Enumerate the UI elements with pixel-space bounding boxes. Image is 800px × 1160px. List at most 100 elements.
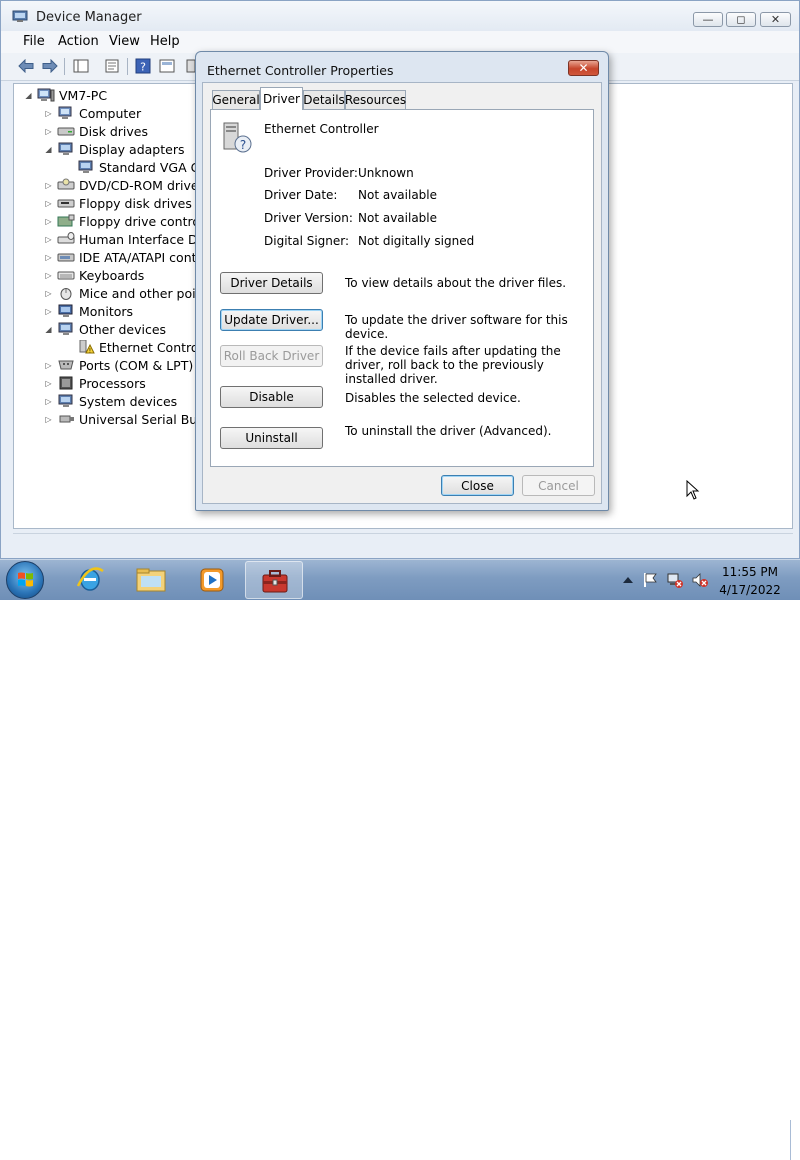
show-hide-tree-icon[interactable] — [72, 57, 90, 75]
close-icon: ✕ — [770, 13, 781, 26]
tree-item-label: Display adapters — [79, 141, 185, 157]
close-dialog-button[interactable]: Close — [441, 475, 514, 496]
view-icon[interactable] — [158, 57, 176, 75]
collapse-icon[interactable]: ◢ — [44, 325, 53, 334]
expand-icon[interactable]: ▷ — [44, 127, 53, 136]
properties-icon[interactable] — [103, 57, 121, 75]
show-hidden-icons-icon[interactable] — [620, 572, 636, 588]
expand-icon[interactable]: ▷ — [44, 181, 53, 190]
driver-details-button[interactable]: Driver Details — [220, 272, 323, 294]
tree-item-label: Other devices — [79, 321, 167, 337]
dialog-close-button[interactable]: ✕ — [568, 60, 599, 76]
expand-icon[interactable]: ▷ — [44, 217, 53, 226]
driver-version-label: Driver Version: — [264, 211, 353, 225]
tree-item-floppy-drive-controller[interactable]: ▷ Floppy drive controller — [44, 212, 219, 230]
roll-back-driver-button[interactable]: Roll Back Driver — [220, 345, 323, 367]
close-button[interactable]: ✕ — [760, 12, 791, 27]
minimize-button[interactable]: — — [693, 12, 723, 27]
tree-item-label: Floppy disk drives — [79, 195, 192, 211]
title-bar[interactable]: Device Manager — ◻ ✕ — [1, 1, 799, 31]
tree-item-ports[interactable]: ▷ Ports (COM & LPT) — [44, 356, 193, 374]
tree-item-computer[interactable]: ▷ Computer — [44, 104, 141, 122]
tree-item-floppy-disk-drives[interactable]: ▷ Floppy disk drives — [44, 194, 192, 212]
expand-icon[interactable]: ▷ — [44, 289, 53, 298]
expand-icon[interactable]: ▷ — [44, 271, 53, 280]
expand-icon[interactable]: ▷ — [44, 253, 53, 262]
volume-muted-icon[interactable] — [692, 572, 708, 588]
help-icon[interactable]: ? — [134, 57, 152, 75]
network-disconnected-icon[interactable] — [667, 572, 683, 588]
tree-item-processors[interactable]: ▷ Processors — [44, 374, 145, 392]
uninstall-button[interactable]: Uninstall — [220, 427, 323, 449]
tab-driver[interactable]: Driver — [260, 87, 303, 110]
tree-item-monitors[interactable]: ▷ Monitors — [44, 302, 133, 320]
tree-item-disk-drives[interactable]: ▷ Disk drives — [44, 122, 148, 140]
disk-drive-icon — [57, 127, 75, 136]
mouse-icon — [60, 288, 72, 300]
dialog-title-bar[interactable]: Ethernet Controller Properties ✕ — [196, 52, 608, 84]
cancel-button[interactable]: Cancel — [522, 475, 595, 496]
start-button[interactable] — [6, 561, 44, 599]
tab-general[interactable]: General — [212, 90, 260, 109]
tree-item-system-devices[interactable]: ▷ System devices — [44, 392, 177, 410]
tree-root[interactable]: ◢ VM7-PC — [24, 86, 107, 104]
maximize-button[interactable]: ◻ — [726, 12, 756, 27]
other-devices-icon — [58, 322, 73, 335]
taskbar-device-manager[interactable] — [245, 561, 303, 599]
roll-back-description: If the device fails after updating the d… — [345, 344, 561, 386]
internet-explorer-icon — [76, 567, 104, 591]
forward-arrow-icon[interactable] — [41, 57, 59, 75]
device-manager-icon — [262, 570, 288, 593]
digital-signer-label: Digital Signer: — [264, 234, 350, 248]
clock-date[interactable]: 4/17/2022 — [716, 583, 784, 597]
menu-view[interactable]: View — [109, 34, 140, 49]
menu-action[interactable]: Action — [58, 34, 99, 49]
update-driver-description: To update the driver software for this d… — [345, 313, 568, 341]
computer-icon — [58, 106, 72, 119]
taskbar — [0, 559, 800, 1160]
driver-provider-value: Unknown — [358, 166, 414, 180]
clock-time[interactable]: 11:55 PM — [720, 565, 780, 579]
expand-icon[interactable]: ▷ — [44, 361, 53, 370]
collapse-icon[interactable]: ◢ — [24, 91, 33, 100]
windows-logo-icon — [18, 572, 33, 587]
expand-icon[interactable]: ▷ — [44, 109, 53, 118]
back-arrow-icon[interactable] — [17, 57, 35, 75]
show-desktop-button[interactable] — [790, 1120, 800, 1160]
tree-item-label: Keyboards — [79, 267, 145, 283]
close-icon: ✕ — [578, 61, 589, 75]
expand-icon[interactable]: ▷ — [44, 415, 53, 424]
expand-icon[interactable]: ▷ — [44, 379, 53, 388]
menu-file[interactable]: File — [23, 34, 45, 49]
svg-text:!: ! — [89, 348, 91, 355]
tree-item-label: Disk drives — [79, 123, 148, 139]
tree-item-other-devices[interactable]: ◢ Other devices — [44, 320, 166, 338]
tree-item-display-adapters[interactable]: ◢ Display adapters — [44, 140, 184, 158]
tree-item-ide-ata[interactable]: ▷ IDE ATA/ATAPI contro — [44, 248, 209, 266]
tree-item-mice[interactable]: ▷ Mice and other pointin — [44, 284, 219, 302]
display-adapter-icon — [58, 142, 73, 155]
tree-item-label: DVD/CD-ROM drives — [79, 177, 206, 193]
unknown-device-icon: ? — [223, 122, 252, 153]
disable-button[interactable]: Disable — [220, 386, 323, 408]
taskbar-internet-explorer[interactable] — [61, 561, 119, 599]
taskbar-media-player[interactable] — [183, 561, 241, 599]
tree-item-keyboards[interactable]: ▷ Keyboards — [44, 266, 144, 284]
expand-icon[interactable]: ▷ — [44, 307, 53, 316]
tab-resources[interactable]: Resources — [345, 90, 406, 109]
collapse-icon[interactable]: ◢ — [44, 145, 53, 154]
tree-item-dvd-drives[interactable]: ▷ DVD/CD-ROM drives — [44, 176, 205, 194]
taskbar-file-explorer[interactable] — [122, 561, 180, 599]
action-center-flag-icon[interactable] — [642, 572, 658, 588]
dialog-body: General Driver Details Resources ? Ether… — [202, 82, 602, 504]
expand-icon[interactable]: ▷ — [44, 199, 53, 208]
toolbar-separator — [64, 58, 65, 75]
floppy-icon — [57, 199, 75, 208]
expand-icon[interactable]: ▷ — [44, 235, 53, 244]
tab-details[interactable]: Details — [303, 90, 345, 109]
tree-root-label: VM7-PC — [59, 87, 108, 103]
driver-date-value: Not available — [358, 188, 438, 202]
expand-icon[interactable]: ▷ — [44, 397, 53, 406]
update-driver-button[interactable]: Update Driver... — [220, 309, 323, 331]
menu-help[interactable]: Help — [150, 34, 180, 49]
